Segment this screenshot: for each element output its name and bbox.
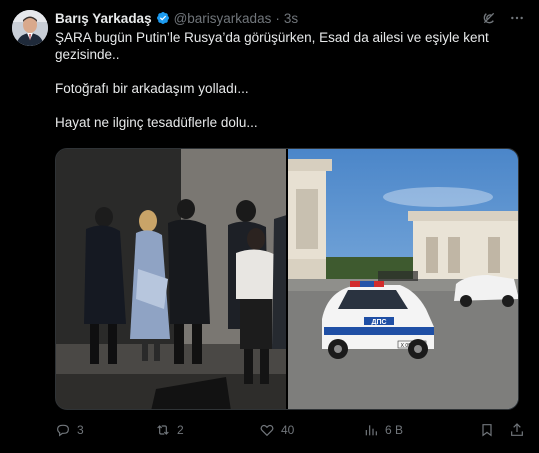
tweet-text: ŞARA bugün Putin’le Rusya’da görüşürken,… — [55, 29, 521, 131]
tweet-actions: 3 2 40 6 B — [55, 422, 525, 438]
like-button[interactable]: 40 — [259, 422, 363, 438]
tweet: Barış Yarkadaş @barisyarkadas · 3s ŞARA … — [0, 0, 539, 453]
bookmark-icon — [482, 424, 492, 437]
media-photo-right[interactable]: ДПС Х 0987 77 — [288, 149, 518, 409]
reply-icon — [57, 424, 69, 437]
media-photo-left[interactable] — [56, 149, 286, 409]
tweet-line: Hayat ne ilginç tesadüflerle dolu... — [55, 115, 258, 130]
share-icon — [511, 423, 523, 436]
repost-button[interactable]: 2 — [155, 422, 259, 438]
like-count: 40 — [281, 423, 295, 437]
author-name[interactable]: Barış Yarkadaş — [55, 11, 152, 26]
tweet-media: ДПС Х 0987 77 — [55, 148, 519, 410]
police-car-label: ДПС — [371, 319, 386, 326]
author-handle[interactable]: @barisyarkadas — [174, 11, 272, 26]
views-icon — [365, 425, 377, 436]
tweet-line: Fotoğrafı bir arkadaşım yolladı... — [55, 81, 249, 96]
tweet-line: ŞARA bugün Putin’le Rusya’da görüşürken,… — [55, 30, 489, 62]
repost-count: 2 — [177, 423, 184, 437]
more-icon[interactable] — [509, 10, 525, 26]
avatar[interactable] — [12, 10, 48, 46]
heart-icon — [260, 424, 274, 437]
separator-dot: · — [275, 10, 280, 26]
tweet-time[interactable]: 3s — [284, 11, 298, 26]
reply-count: 3 — [77, 423, 84, 437]
header-actions — [481, 10, 525, 26]
bookmark-button[interactable] — [479, 422, 495, 438]
grok-icon[interactable] — [481, 10, 497, 26]
share-button[interactable] — [509, 422, 525, 438]
repost-icon — [157, 425, 169, 435]
verified-badge-icon — [156, 11, 170, 25]
views-button[interactable]: 6 B — [363, 422, 463, 438]
view-count: 6 B — [385, 423, 404, 437]
tweet-header: Barış Yarkadaş @barisyarkadas · 3s — [55, 9, 525, 27]
reply-button[interactable]: 3 — [55, 422, 155, 438]
